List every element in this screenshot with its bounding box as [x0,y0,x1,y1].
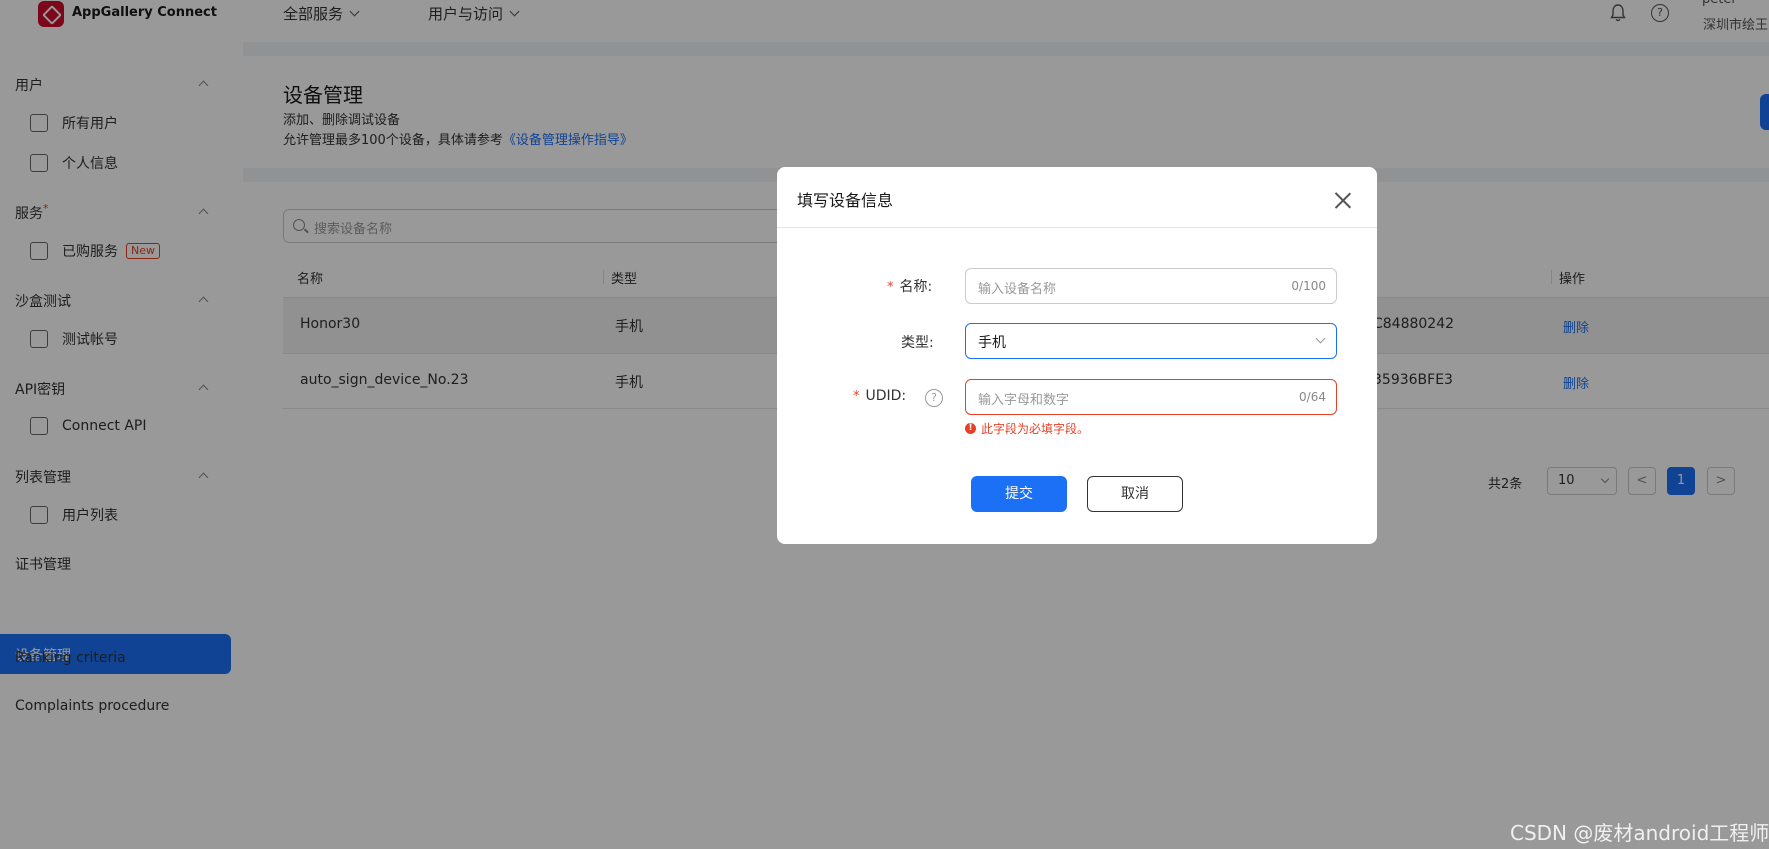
name-label: * 名称: [887,279,933,295]
device-type-select[interactable]: 手机 [965,323,1337,359]
device-info-dialog: 填写设备信息 * 名称: 输入设备名称 0/100 类型: 手机 * UDID: ?… [777,167,1377,544]
dialog-title: 填写设备信息 [797,191,894,210]
char-counter: 0/64 [1299,390,1326,404]
udid-error-message: ! 此字段为必填字段。 [965,420,1089,437]
char-counter: 0/100 [1291,279,1326,293]
error-icon: ! [965,423,976,434]
udid-input[interactable]: 输入字母和数字 0/64 [965,379,1337,415]
submit-button[interactable]: 提交 [971,476,1067,512]
udid-label: * UDID: [853,388,907,404]
help-icon[interactable]: ? [925,389,943,407]
chevron-down-icon [1315,333,1326,344]
required-mark: * [853,389,860,404]
required-mark: * [887,280,894,295]
watermark: CSDN @废材android工程师 [1510,821,1769,845]
dialog-divider [777,227,1377,228]
type-label: 类型: [901,335,934,351]
cancel-button[interactable]: 取消 [1087,476,1183,512]
device-name-input[interactable]: 输入设备名称 0/100 [965,268,1337,304]
close-icon[interactable] [1334,191,1352,209]
